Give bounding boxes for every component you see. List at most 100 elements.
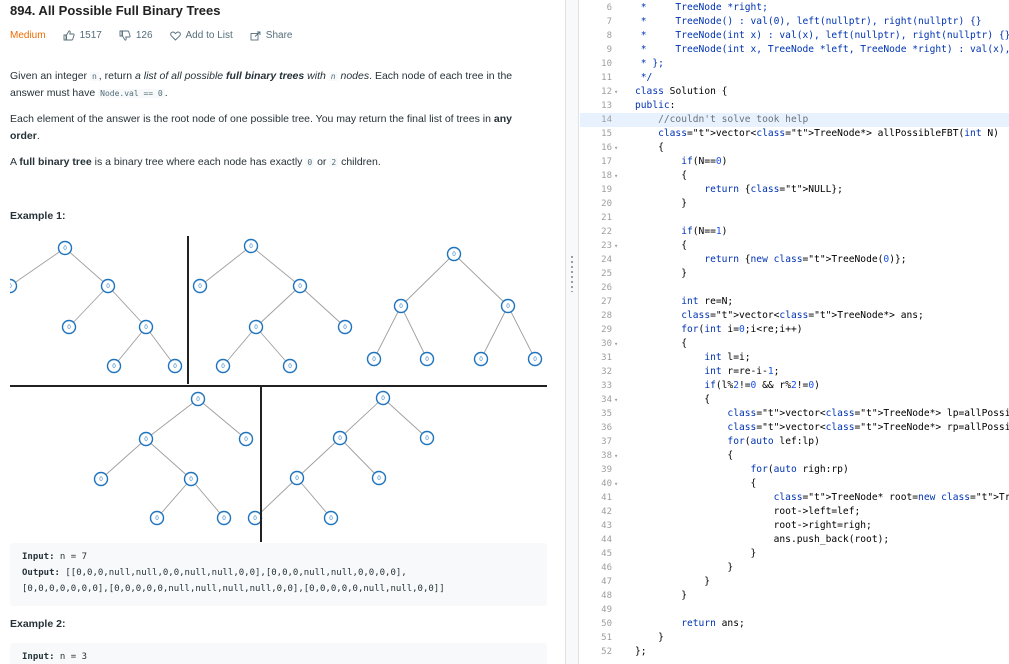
problem-title: 894. All Possible Full Binary Trees: [10, 3, 221, 18]
tree-edge: [480, 305, 509, 360]
line-number: 13: [601, 101, 612, 111]
code-line[interactable]: 31 int l=i;: [580, 351, 1009, 365]
code-text: * TreeNode(int x) : val(x), left(nullptr…: [635, 30, 1009, 41]
tree-edge: [400, 305, 428, 360]
problem-meta-bar: Medium 1517 126 Add to List Share: [10, 30, 309, 41]
tree-edge: [296, 477, 332, 519]
fold-chevron-icon[interactable]: ▾: [614, 337, 618, 351]
line-number: 33: [601, 381, 612, 391]
code-line[interactable]: 50 return ans;: [580, 617, 1009, 631]
tree-edge: [255, 285, 301, 328]
code-line[interactable]: 16 ▾ {: [580, 141, 1009, 155]
line-number: 15: [601, 129, 612, 139]
line-number: 49: [601, 605, 612, 615]
code-line[interactable]: 22 if(N==1): [580, 225, 1009, 239]
code-line[interactable]: 25 }: [580, 267, 1009, 281]
code-line[interactable]: 41 class="t">TreeNode* root=new class="t…: [580, 491, 1009, 505]
code-line[interactable]: 30 ▾ {: [580, 337, 1009, 351]
code-line[interactable]: 39 for(auto righ:rp): [580, 463, 1009, 477]
fold-chevron-icon[interactable]: ▾: [614, 85, 618, 99]
code-line[interactable]: 19 return {class="t">NULL};: [580, 183, 1009, 197]
code-text: if(N==0): [681, 156, 728, 167]
code-line[interactable]: 29 for(int i=0;i<re;i++): [580, 323, 1009, 337]
line-number: 7: [606, 17, 612, 27]
fold-chevron-icon[interactable]: ▾: [614, 393, 618, 407]
code-text: class="t">vector<class="t">TreeNode*> al…: [658, 128, 999, 139]
fold-chevron-icon[interactable]: ▾: [614, 141, 618, 155]
code-line[interactable]: 46 }: [580, 561, 1009, 575]
line-number: 32: [601, 367, 612, 377]
code-line[interactable]: 26: [580, 281, 1009, 295]
code-line[interactable]: 27 int re=N;: [580, 295, 1009, 309]
code-line[interactable]: 21: [580, 211, 1009, 225]
tree-node: 0: [500, 298, 516, 314]
code-line[interactable]: 40 ▾ {: [580, 477, 1009, 491]
code-line[interactable]: 10 * };: [580, 57, 1009, 71]
code-line[interactable]: 32 int r=re-i-1;: [580, 365, 1009, 379]
fold-chevron-icon[interactable]: ▾: [614, 169, 618, 183]
like-button[interactable]: 1517: [63, 30, 102, 41]
code-text: public:: [635, 100, 676, 111]
add-to-list-button[interactable]: Add to List: [169, 30, 233, 41]
code-line[interactable]: 48 }: [580, 589, 1009, 603]
share-button[interactable]: Share: [250, 30, 292, 41]
code-line[interactable]: 24 return {new class="t">TreeNode(0)};: [580, 253, 1009, 267]
code-line[interactable]: 38 ▾ {: [580, 449, 1009, 463]
code-line[interactable]: 12 ▾ class Solution {: [580, 85, 1009, 99]
code-line[interactable]: 49: [580, 603, 1009, 617]
code-line[interactable]: 34 ▾ {: [580, 393, 1009, 407]
tree-edge: [299, 285, 346, 328]
code-line[interactable]: 9 * TreeNode(int x, TreeNode *left, Tree…: [580, 43, 1009, 57]
tree-node: 0: [323, 510, 339, 526]
code-line[interactable]: 44 ans.push_back(root);: [580, 533, 1009, 547]
tree-node: 0: [247, 510, 263, 526]
code-text: //couldn't solve took help: [635, 114, 809, 125]
code-text: {: [635, 240, 687, 251]
code-text: }: [635, 198, 687, 209]
code-line[interactable]: 8 * TreeNode(int x) : val(x), left(nullp…: [580, 29, 1009, 43]
code-line[interactable]: 28 class="t">vector<class="t">TreeNode*>…: [580, 309, 1009, 323]
line-number: 6: [606, 3, 612, 13]
code-line[interactable]: 51 }: [580, 631, 1009, 645]
code-line[interactable]: 11 */: [580, 71, 1009, 85]
code-line[interactable]: 17 if(N==0): [580, 155, 1009, 169]
fold-chevron-icon[interactable]: ▾: [614, 449, 618, 463]
share-icon: [250, 31, 261, 40]
description-paragraph-1: Given an integer n, return a list of all…: [10, 70, 513, 99]
code-line[interactable]: 7 * TreeNode() : val(0), left(nullptr), …: [580, 15, 1009, 29]
code-line[interactable]: 20 }: [580, 197, 1009, 211]
code-line[interactable]: 42 root->left=lef;: [580, 505, 1009, 519]
code-editor[interactable]: 6 * TreeNode *right; 7 * TreeNode() : val…: [580, 0, 1009, 664]
tree-node: 0: [332, 430, 348, 446]
example-1-output: Output: [[0,0,0,null,null,0,0,null,null,…: [22, 568, 407, 578]
code-text: {: [635, 142, 664, 153]
dislike-button[interactable]: 126: [119, 30, 153, 41]
code-line[interactable]: 23 ▾ {: [580, 239, 1009, 253]
code-line[interactable]: 18 ▾ {: [580, 169, 1009, 183]
code-line[interactable]: 15 class="t">vector<class="t">TreeNode*>…: [580, 127, 1009, 141]
line-number: 11: [601, 73, 612, 83]
fold-chevron-icon[interactable]: ▾: [614, 477, 618, 491]
code-text: }: [635, 268, 687, 279]
code-line[interactable]: 36 class="t">vector<class="t">TreeNode*>…: [580, 421, 1009, 435]
line-number: 26: [601, 283, 612, 293]
code-text: };: [635, 646, 647, 657]
code-line[interactable]: 45 }: [580, 547, 1009, 561]
fold-chevron-icon[interactable]: ▾: [614, 239, 618, 253]
code-line[interactable]: 14 //couldn't solve took help: [580, 113, 1009, 127]
tree-edge: [250, 245, 301, 287]
code-line[interactable]: 6 * TreeNode *right;: [580, 1, 1009, 15]
code-line[interactable]: 13 public:: [580, 99, 1009, 113]
code-line[interactable]: 35 class="t">vector<class="t">TreeNode*>…: [580, 407, 1009, 421]
code-line[interactable]: 37 for(auto lef:lp): [580, 435, 1009, 449]
code-line[interactable]: 47 }: [580, 575, 1009, 589]
code-text: class Solution {: [635, 86, 728, 97]
line-number: 47: [601, 577, 612, 587]
line-number: 43: [601, 521, 612, 531]
tree-node: 0: [57, 240, 73, 256]
code-line[interactable]: 43 root->right=righ;: [580, 519, 1009, 533]
tree-edge: [339, 437, 380, 479]
code-line[interactable]: 33 if(l%2!=0 && r%2!=0): [580, 379, 1009, 393]
code-line[interactable]: 52};: [580, 645, 1009, 659]
panel-resize-handle[interactable]: [565, 0, 579, 664]
